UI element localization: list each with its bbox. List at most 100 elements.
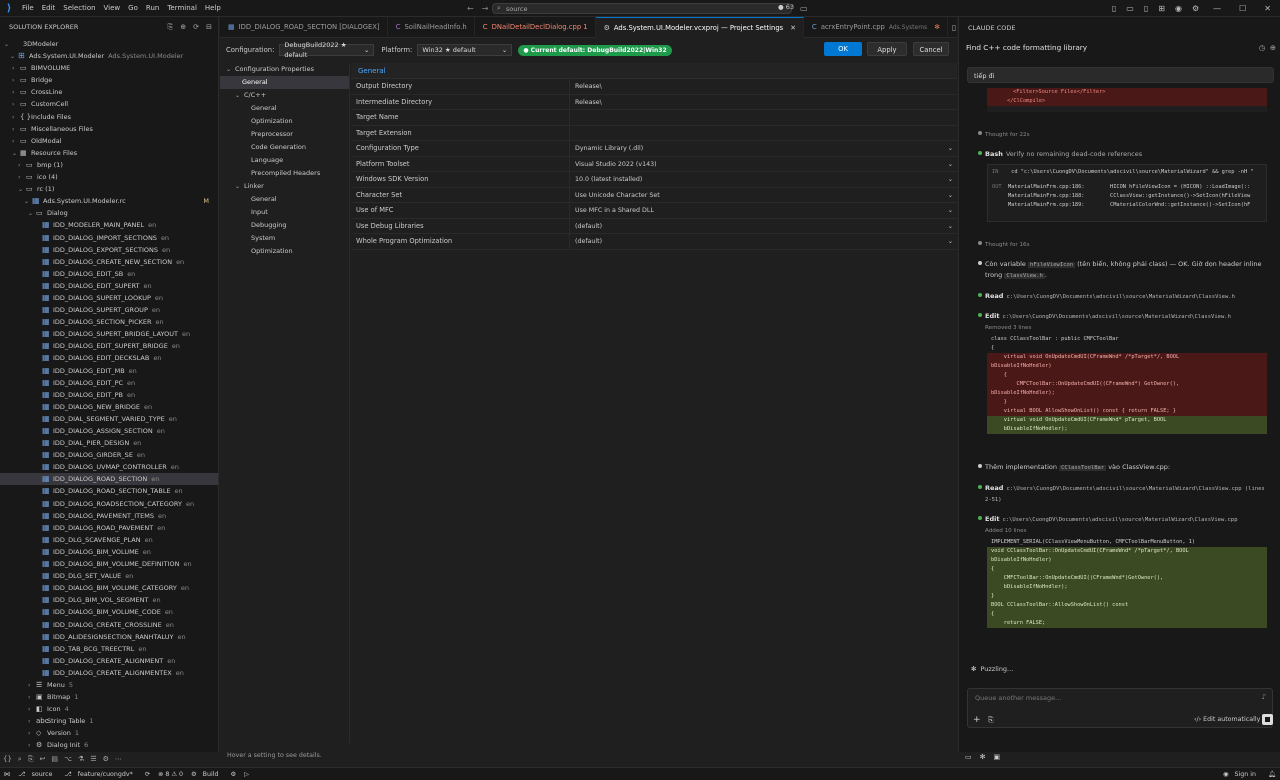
stop-button[interactable] (1262, 714, 1273, 725)
tree-dialog-item[interactable]: ▦ IDD_ALIDESIGNSECTION_RANHTALUY en (0, 631, 218, 643)
property-value[interactable]: Release\ (570, 95, 957, 110)
tree-dialog-item[interactable]: ▦ IDD_DIALOG_ROAD_PAVEMENT en (0, 522, 218, 534)
toolbar-tree-icon[interactable]: ⌥ (61, 755, 75, 763)
tree-dialog-item[interactable]: ▦ IDD_DIALOG_EDIT_SUPERT_BRIDGE en (0, 340, 218, 352)
file-path[interactable]: c:\Users\CuongDV\Documents\adscivil\sour… (1006, 294, 1234, 300)
nav-linker-general[interactable]: General (220, 193, 349, 206)
tree-dialog-item[interactable]: ▦ IDD_DIALOG_EDIT_MB en (0, 365, 218, 377)
file-path[interactable]: c:\Users\CuongDV\Documents\adscivil\sour… (1002, 314, 1230, 320)
new-session-icon[interactable]: ⊕ (1270, 43, 1276, 52)
tree-dialog-folder[interactable]: ⌄ ▭ Dialog (0, 207, 218, 219)
property-row[interactable]: Character Set Use Unicode Character Set ⌄ (351, 187, 957, 203)
editor-tab[interactable]: ▦ IDD_DIALOG_ROAD_SECTION [DIALOGEX] (220, 17, 388, 38)
tree-folder[interactable]: › ▭ CustomCell (0, 98, 218, 110)
customize-layout-icon[interactable]: ⊞ (1153, 4, 1170, 13)
nav-general[interactable]: General (220, 76, 349, 89)
maximize-icon[interactable]: ☐ (1230, 4, 1255, 13)
tree-folder[interactable]: › ▭ Miscellaneous Files (0, 123, 218, 135)
nav-linker-debugging[interactable]: Debugging (220, 219, 349, 232)
file-path[interactable]: c:\Users\CuongDV\Documents\adscivil\sour… (1002, 517, 1237, 523)
tree-dialog-item[interactable]: ▦ IDD_DIALOG_SUPERT_GROUP en (0, 304, 218, 316)
sign-in[interactable]: ◉ Sign in (1219, 771, 1264, 778)
property-row[interactable]: Whole Program Optimization (default) ⌄ (351, 234, 957, 250)
tree-folder[interactable]: ›{ }Include Files (0, 111, 218, 123)
build-button[interactable]: ⚙ Build (187, 771, 226, 778)
toolbar-view-icon[interactable]: ▤ (48, 755, 61, 763)
property-row[interactable]: Configuration Type Dynamic Library (.dll)… (351, 141, 957, 157)
tree-dialog-item[interactable]: ▦ IDD_DIALOG_BIM_VOLUME_CATEGORY en (0, 582, 218, 594)
tree-dialog-item[interactable]: ▦ IDD_TAB_BCG_TREECTRL en (0, 643, 218, 655)
platform-select[interactable]: Win32 ★ default ⌄ (417, 44, 513, 56)
chat-icon[interactable]: ▭ (800, 0, 808, 17)
sync-icon[interactable]: ⟳ (141, 771, 154, 778)
tree-dialog-item[interactable]: ▦ IDD_DIALOG_ROAD_SECTION_TABLE en (0, 485, 218, 497)
tree-dialog-item[interactable]: ▦ IDD_DIALOG_ROAD_SECTION en (0, 473, 218, 486)
editor-tab[interactable]: C SoilNailHeadInfo.h (388, 17, 475, 38)
tree-dialog-item[interactable]: ▦ IDD_DIALOG_EDIT_SB en (0, 268, 218, 280)
editor-tab[interactable]: C DNailDetailDeclDialog.cpp 1 (475, 17, 596, 38)
nav-cpp-precompiled-headers[interactable]: Precompiled Headers (220, 167, 349, 180)
notification-count-badge[interactable]: ● 63 (778, 3, 794, 11)
property-value[interactable]: 10.0 (latest installed) ⌄ (570, 172, 957, 187)
panel-monitor-icon[interactable]: ▣ (990, 753, 1005, 761)
menu-terminal[interactable]: Terminal (163, 0, 201, 17)
toolbar-more-icon[interactable]: ⋯ (112, 755, 125, 763)
ok-button[interactable]: OK (824, 42, 862, 56)
layout-sidebar-icon[interactable]: ▯ (1107, 4, 1121, 13)
menu-help[interactable]: Help (201, 0, 225, 17)
menu-view[interactable]: View (100, 0, 125, 17)
tree-resource-group[interactable]: › ◧ Icon 4 (0, 703, 218, 715)
menu-edit[interactable]: Edit (38, 0, 60, 17)
nav-linker-input[interactable]: Input (220, 206, 349, 219)
nav-configuration-properties[interactable]: ⌄ Configuration Properties (220, 63, 349, 76)
tree-folder[interactable]: › ▭ ico (4) (0, 171, 218, 183)
close-tab-icon[interactable]: ✕ (790, 18, 796, 39)
nav-cpp[interactable]: ⌄ C/C++ (220, 89, 349, 102)
settings-gear-icon[interactable]: ⚙ (1187, 4, 1204, 13)
tree-folder[interactable]: ⌄ ▦ Resource Files (0, 147, 218, 159)
nav-linker[interactable]: ⌄ Linker (220, 180, 349, 193)
property-value[interactable] (570, 110, 957, 125)
tree-dialog-item[interactable]: ▦ IDD_DIALOG_SUPERT_BRIDGE_LAYOUT en (0, 328, 218, 340)
property-row[interactable]: Output Directory Release\ (351, 79, 957, 95)
tree-dialog-item[interactable]: ▦ IDD_DIALOG_BIM_VOLUME_CODE en (0, 606, 218, 618)
tree-dialog-item[interactable]: ▦ IDD_DIALOG_BIM_VOLUME en (0, 546, 218, 558)
tree-dialog-item[interactable]: ▦ IDD_DIALOG_EXPORT_SECTIONS en (0, 244, 218, 256)
file-path[interactable]: c:\Users\CuongDV\Documents\adscivil\sour… (985, 486, 1265, 503)
tree-dialog-item[interactable]: ▦ IDD_DIALOG_CREATE_CROSSLINE en (0, 619, 218, 631)
tree-project[interactable]: ⌄ ⊞ Ads.System.UI.Modeler Ads.System.UI.Mod… (0, 50, 218, 62)
tree-dialog-item[interactable]: ▦ IDD_DIALOG_GIRDER_SE en (0, 449, 218, 461)
tree-dialog-item[interactable]: ▦ IDD_DIALOG_SUPERT_LOOKUP en (0, 292, 218, 304)
toolbar-files-icon[interactable]: ⎘ (25, 755, 37, 764)
editor-tab[interactable]: ⚙ Ads.System.UI.Modeler.vcxproj — Project… (595, 17, 804, 39)
run-icon[interactable]: ▷ (240, 771, 253, 778)
tree-folder[interactable]: › ▭ bmp (1) (0, 159, 218, 171)
property-value[interactable]: Dynamic Library (.dll) ⌄ (570, 141, 957, 156)
tree-resource-group[interactable]: › ▣ Bitmap 1 (0, 691, 218, 703)
history-icon[interactable]: ◷ (1259, 43, 1265, 52)
braces-icon[interactable]: {} (0, 755, 15, 763)
panel-sparkle-icon[interactable]: ✻ (976, 753, 990, 761)
nav-linker-optimization[interactable]: Optimization (220, 245, 349, 258)
nav-linker-system[interactable]: System (220, 232, 349, 245)
tree-dialog-item[interactable]: ▦ IDD_DIALOG_CREATE_ALIGNMENTEX en (0, 667, 218, 679)
nav-cpp-optimization[interactable]: Optimization (220, 115, 349, 128)
forward-arrow-icon[interactable]: → (478, 0, 493, 17)
tree-resource-group[interactable]: › abcString Table 1 (0, 715, 218, 727)
tree-resource-group[interactable]: › ◇ Version 1 (0, 727, 218, 739)
property-value[interactable]: Use MFC in a Shared DLL ⌄ (570, 203, 957, 218)
thought-step-1[interactable]: Thought for 22s (978, 129, 1280, 140)
tree-folder[interactable]: › ▭ BIMVOLUME (0, 62, 218, 74)
new-folder-icon[interactable]: ⊕ (180, 23, 186, 31)
property-value[interactable]: Use Unicode Character Set ⌄ (570, 188, 957, 203)
edit-mode-toggle[interactable]: ‹/› Edit automatically (1194, 716, 1260, 723)
thought-step-2[interactable]: Thought for 16s (978, 239, 1280, 250)
nav-cpp-language[interactable]: Language (220, 154, 349, 167)
property-row[interactable]: Use of MFC Use MFC in a Shared DLL ⌄ (351, 203, 957, 219)
apply-button[interactable]: Apply (867, 42, 907, 56)
branch-folder[interactable]: ⎇ source (14, 771, 60, 778)
account-icon[interactable]: ◉ (1170, 4, 1187, 13)
tree-folder[interactable]: › ▭ OldModal (0, 135, 218, 147)
tree-dialog-item[interactable]: ▦ IDD_DIALOG_IMPORT_SECTIONS en (0, 232, 218, 244)
add-attachment-icon[interactable]: + (973, 715, 981, 725)
